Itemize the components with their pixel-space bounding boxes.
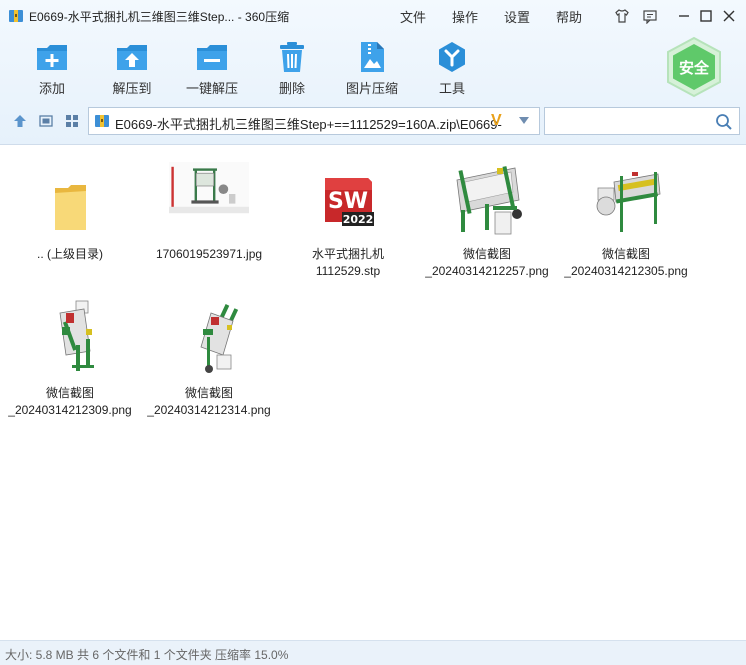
file-item[interactable]: 1706019523971.jpg: [140, 146, 278, 276]
search-input[interactable]: [549, 111, 709, 131]
grid-view-icon[interactable]: [62, 111, 82, 131]
add-folder-icon: [37, 45, 67, 70]
file-name: 微信截图 _20240314212309.png: [8, 386, 132, 417]
status-bar: 大小: 5.8 MB 共 6 个文件和 1 个文件夹 压缩率 15.0%: [0, 640, 746, 665]
chevron-v-icon: V: [491, 112, 502, 129]
archive-app-icon: [9, 10, 23, 22]
dropdown-arrow-icon[interactable]: [519, 117, 529, 124]
feedback-message-icon[interactable]: [640, 6, 660, 26]
trash-icon: [280, 42, 304, 72]
menu-operate[interactable]: 操作: [452, 7, 478, 26]
file-item[interactable]: SW 2022 水平式捆扎机 1112529.stp: [279, 146, 417, 278]
image-compress-button[interactable]: 图片压缩: [336, 38, 408, 98]
extract-folder-icon: [117, 45, 147, 70]
file-name: 微信截图 _20240314212305.png: [564, 247, 688, 278]
title-bar[interactable]: E0669-水平式捆扎机三维图三维Step... - 360压缩 文件 操作 设…: [0, 0, 746, 32]
address-path: E0669-水平式捆扎机三维图三维Step+==1112529=160A.zip…: [115, 117, 502, 132]
tools-hexagon-icon: [439, 42, 465, 72]
extract-to-button[interactable]: 解压到: [96, 38, 168, 98]
machine-screenshot-thumbnail: [59, 300, 94, 371]
file-item[interactable]: 微信截图 _20240314212309.png: [1, 285, 139, 417]
skin-shirt-icon[interactable]: [612, 6, 632, 26]
zip-archive-icon: [95, 115, 109, 127]
sw-badge-text: SW: [328, 189, 368, 214]
delete-button[interactable]: 删除: [256, 38, 328, 98]
menu-help[interactable]: 帮助: [556, 7, 582, 26]
file-name: 1706019523971.jpg: [155, 247, 263, 261]
search-box[interactable]: [544, 107, 740, 135]
file-item[interactable]: .. (上级目录): [1, 146, 139, 276]
status-text: 大小: 5.8 MB 共 6 个文件和 1 个文件夹 压缩率 15.0%: [5, 648, 289, 662]
file-list-area[interactable]: .. (上级目录) 1706019523971.jpg SW 2022 水平式捆…: [0, 146, 746, 640]
security-safe-badge[interactable]: 安全: [662, 36, 726, 98]
menu-file[interactable]: 文件: [400, 7, 426, 26]
file-item[interactable]: 微信截图 _20240314212257.png: [418, 146, 556, 278]
delete-label: 删除: [278, 81, 305, 96]
one-click-extract-icon: [197, 45, 227, 70]
jpg-thumbnail: [169, 162, 249, 214]
add-label: 添加: [38, 81, 65, 96]
machine-screenshot-thumbnail: [596, 172, 661, 232]
file-name: .. (上级目录): [37, 247, 103, 261]
close-icon[interactable]: [719, 6, 739, 26]
machine-screenshot-thumbnail: [200, 304, 239, 373]
tools-button[interactable]: 工具: [416, 38, 488, 98]
file-name: 微信截图 _20240314212257.png: [425, 247, 549, 278]
up-arrow-icon[interactable]: [10, 111, 30, 131]
tools-label: 工具: [438, 81, 465, 96]
safe-text: 安全: [678, 60, 709, 77]
detail-view-icon[interactable]: [36, 111, 56, 131]
file-item[interactable]: 微信截图 _20240314212314.png: [140, 285, 278, 417]
folder-icon: [55, 185, 86, 230]
extract-to-label: 解压到: [112, 81, 152, 96]
one-click-extract-button[interactable]: 一键解压: [176, 38, 248, 98]
minimize-icon[interactable]: [674, 6, 694, 26]
add-button[interactable]: 添加: [16, 38, 88, 98]
menu-settings[interactable]: 设置: [504, 7, 530, 26]
image-compress-label: 图片压缩: [345, 81, 398, 96]
file-item[interactable]: 微信截图 _20240314212305.png: [557, 146, 695, 278]
file-name: 水平式捆扎机 1112529.stp: [311, 247, 384, 278]
sw-year-text: 2022: [343, 213, 374, 226]
search-icon[interactable]: [715, 113, 733, 131]
window-title: E0669-水平式捆扎机三维图三维Step... - 360压缩: [29, 10, 290, 24]
image-compress-icon: [361, 42, 384, 72]
machine-screenshot-thumbnail: [456, 166, 522, 235]
one-click-extract-label: 一键解压: [185, 81, 238, 96]
solidworks-file-icon: SW 2022: [325, 178, 374, 226]
address-bar[interactable]: E0669-水平式捆扎机三维图三维Step+==1112529=160A.zip…: [88, 107, 540, 135]
file-name: 微信截图 _20240314212314.png: [147, 386, 271, 417]
maximize-icon[interactable]: [696, 6, 716, 26]
window-chrome: E0669-水平式捆扎机三维图三维Step... - 360压缩 文件 操作 设…: [0, 0, 746, 145]
